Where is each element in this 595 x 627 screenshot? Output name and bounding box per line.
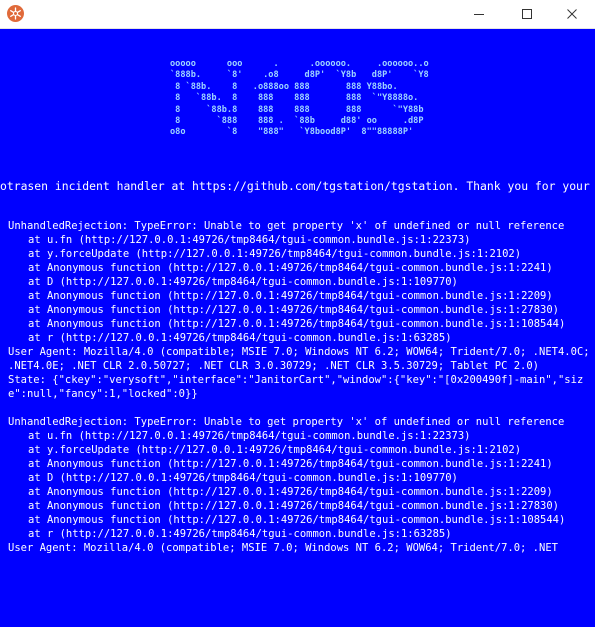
- maximize-button[interactable]: [504, 0, 550, 28]
- stack-line: at Anonymous function (http://127.0.0.1:…: [28, 458, 553, 470]
- stack-line: at y.forceUpdate (http://127.0.0.1:49726…: [28, 444, 522, 456]
- maximize-icon: [522, 9, 532, 19]
- stack-line: at D (http://127.0.0.1:49726/tmp8464/tgu…: [28, 472, 458, 484]
- stack-line: at r (http://127.0.0.1:49726/tmp8464/tgu…: [28, 528, 452, 540]
- minimize-button[interactable]: [456, 0, 502, 28]
- error-heading: UnhandledRejection: TypeError: Unable to…: [8, 220, 565, 232]
- user-agent-line: User Agent: Mozilla/4.0 (compatible; MSI…: [8, 346, 590, 372]
- stack-line: at u.fn (http://127.0.0.1:49726/tmp8464/…: [28, 430, 471, 442]
- error-entry: UnhandledRejection: TypeError: Unable to…: [8, 219, 590, 401]
- stack-line: at D (http://127.0.0.1:49726/tmp8464/tgu…: [28, 276, 458, 288]
- title-bar: [0, 0, 595, 29]
- minimize-icon: [474, 14, 484, 15]
- stack-line: at u.fn (http://127.0.0.1:49726/tmp8464/…: [28, 234, 471, 246]
- state-line: State: {"ckey":"verysoft","interface":"J…: [8, 374, 584, 400]
- stack-line: at r (http://127.0.0.1:49726/tmp8464/tgu…: [28, 332, 452, 344]
- stack-line: at Anonymous function (http://127.0.0.1:…: [28, 500, 560, 512]
- error-heading: UnhandledRejection: TypeError: Unable to…: [8, 416, 565, 428]
- stack-line: at Anonymous function (http://127.0.0.1:…: [28, 304, 560, 316]
- close-button[interactable]: [549, 0, 595, 28]
- stack-line: at Anonymous function (http://127.0.0.1:…: [28, 262, 553, 274]
- app-icon: [7, 5, 24, 22]
- stack-line: at y.forceUpdate (http://127.0.0.1:49726…: [28, 248, 522, 260]
- ntos-ascii-logo: ooooo ooo . .oooooo. .oooooo..o `888b. `…: [170, 59, 429, 138]
- error-entry: UnhandledRejection: TypeError: Unable to…: [8, 415, 590, 555]
- stack-line: at Anonymous function (http://127.0.0.1:…: [28, 290, 553, 302]
- stack-line: at Anonymous function (http://127.0.0.1:…: [28, 486, 553, 498]
- stack-line: at Anonymous function (http://127.0.0.1:…: [28, 318, 566, 330]
- user-agent-line: User Agent: Mozilla/4.0 (compatible; MSI…: [8, 542, 558, 554]
- error-screen: ooooo ooo . .oooooo. .oooooo..o `888b. `…: [0, 29, 595, 627]
- error-log: UnhandledRejection: TypeError: Unable to…: [8, 219, 590, 569]
- stack-line: at Anonymous function (http://127.0.0.1:…: [28, 514, 566, 526]
- incident-handler-text: otrasen incident handler at https://gith…: [0, 179, 595, 193]
- close-icon: [567, 9, 577, 19]
